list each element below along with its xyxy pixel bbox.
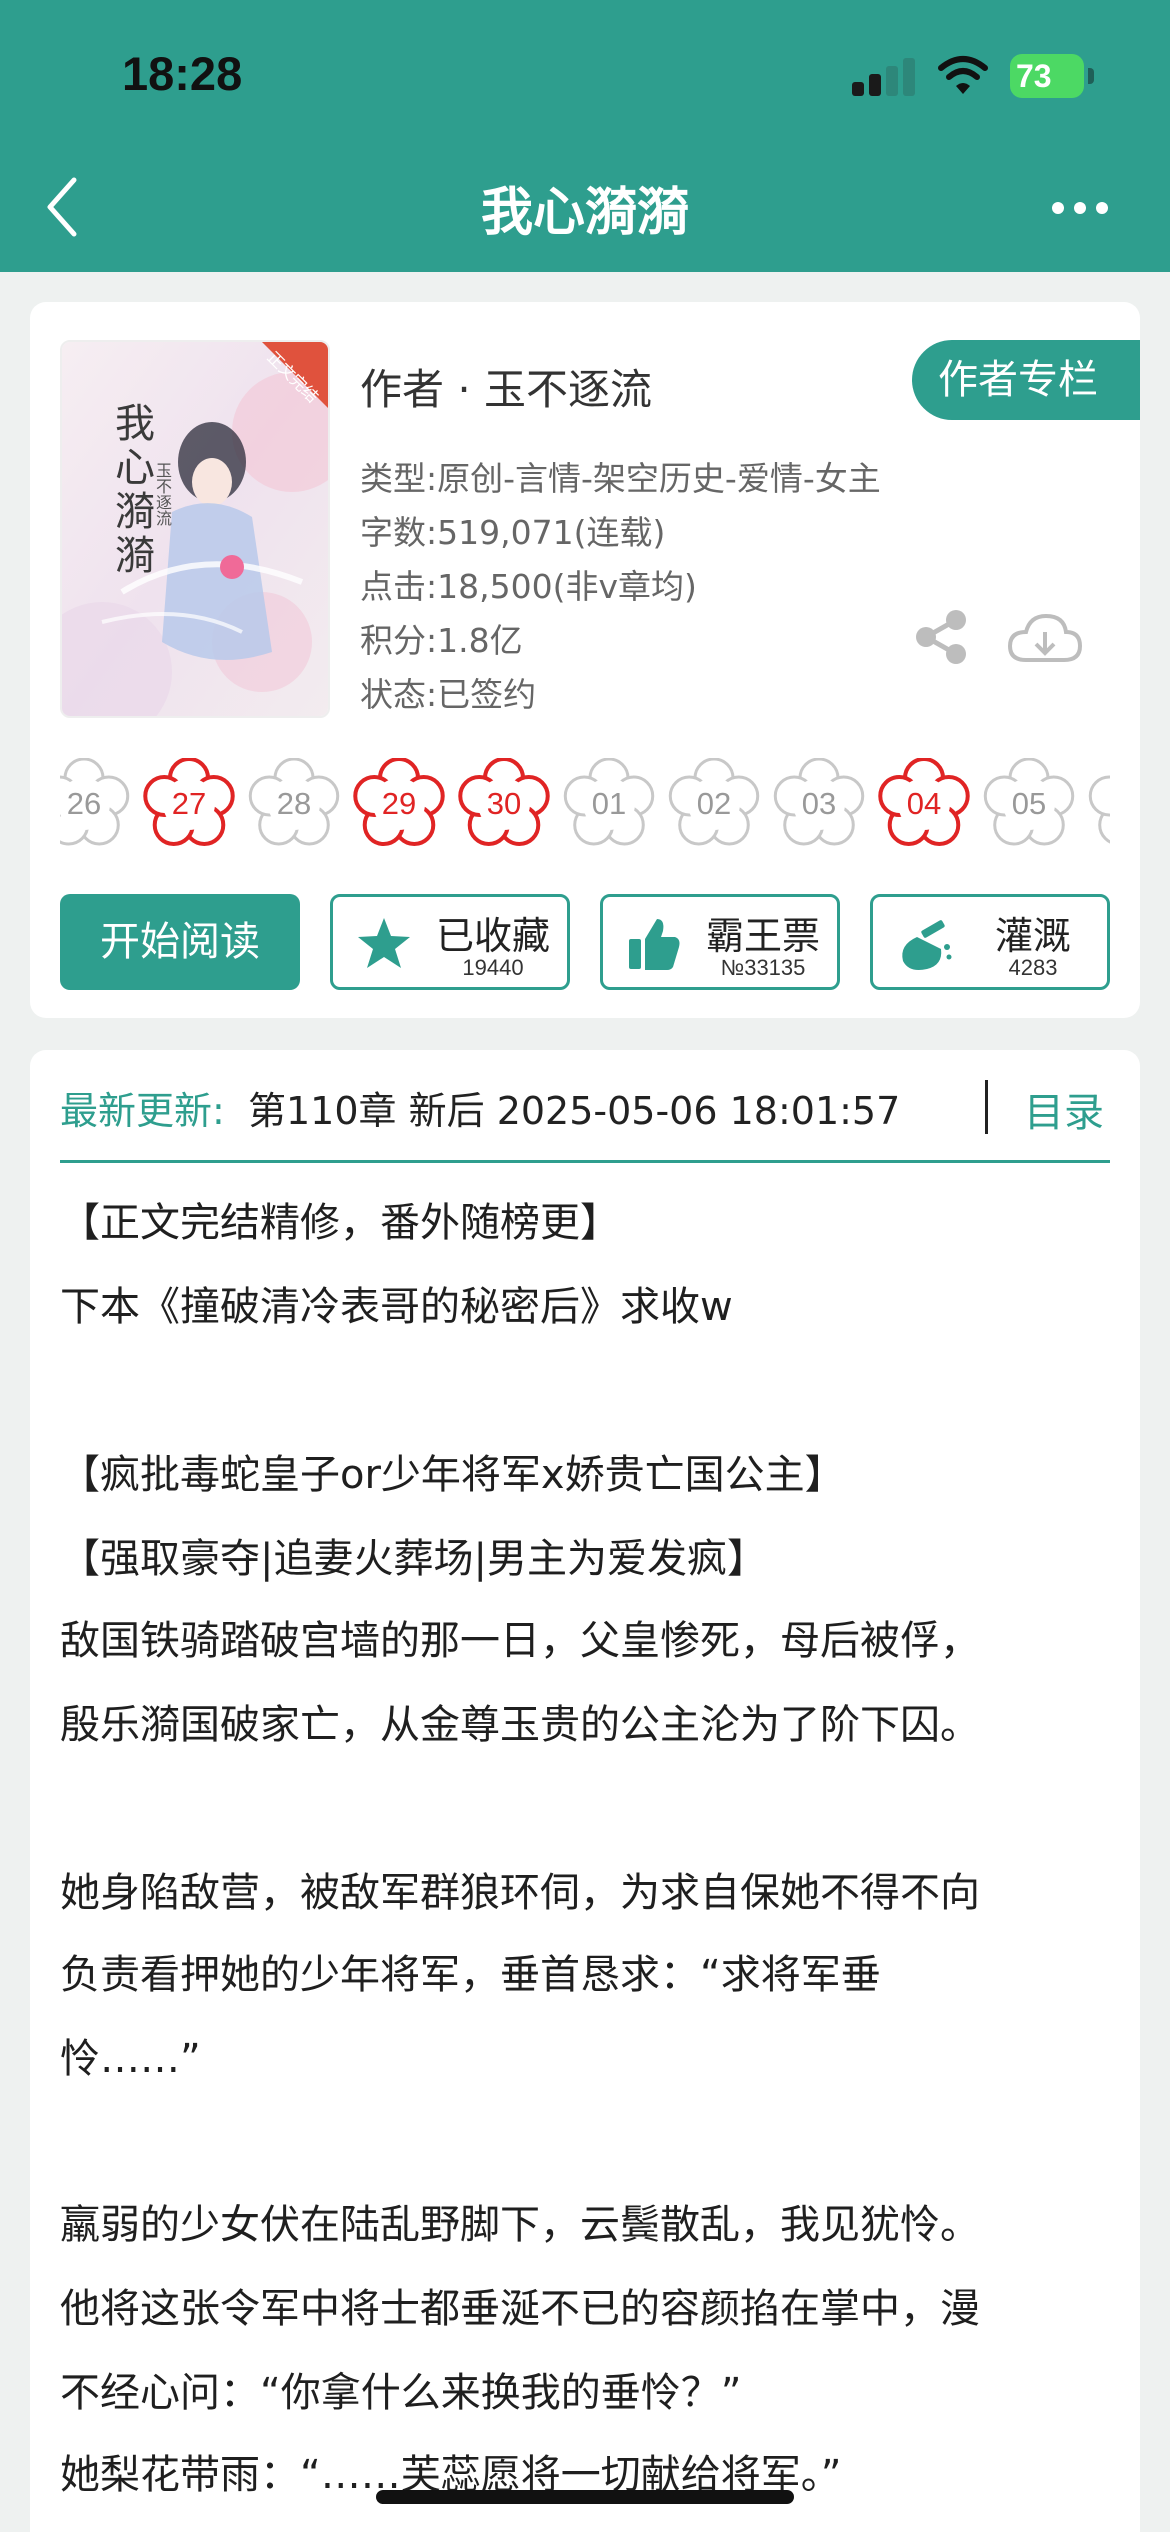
section-divider bbox=[60, 1160, 1110, 1163]
intro-line: 【强取豪夺|追妻火葬场|男主为爱发疯】 bbox=[60, 1536, 767, 1582]
calendar-day: 02 bbox=[668, 758, 760, 850]
intro-line: 殷乐漪国破家亡，从金尊玉贵的公主沦为了阶下囚。 bbox=[60, 1702, 980, 1748]
battery-indicator: 73 bbox=[1010, 54, 1094, 98]
status-time: 18:28 bbox=[122, 47, 243, 100]
author-name[interactable]: 作者 · 玉不逐流 bbox=[360, 356, 652, 417]
update-calendar: 26 27 28 29 30 01 02 03 04 05 06 bbox=[60, 758, 1110, 850]
start-reading-button[interactable]: 开始阅读 bbox=[60, 894, 300, 990]
intro-line: 【疯批毒蛇皇子or少年将军x娇贵亡国公主】 bbox=[60, 1452, 845, 1498]
book-score: 积分:1.8亿 bbox=[360, 621, 523, 660]
calendar-day: 26 bbox=[60, 758, 130, 850]
thumbs-up-icon bbox=[629, 919, 680, 970]
calendar-day: 03 bbox=[773, 758, 865, 850]
calendar-day-label: 05 bbox=[1011, 786, 1047, 821]
intro-line: 负责看押她的少年将军，垂首恳求：“求将军垂 bbox=[60, 1952, 881, 1998]
calendar-day-label: 01 bbox=[591, 786, 627, 821]
intro-line: 下本《撞破清冷表哥的秘密后》求收w bbox=[60, 1284, 733, 1330]
calendar-day: 01 bbox=[563, 758, 655, 850]
intro-line: 他将这张令军中将士都垂涎不已的容颜掐在掌中，漫 bbox=[60, 2286, 980, 2332]
water-button[interactable]: 灌溉 4283 bbox=[870, 894, 1110, 990]
calendar-day-label: 03 bbox=[801, 786, 837, 821]
calendar-day: 29 bbox=[353, 758, 445, 850]
calendar-day-label: 29 bbox=[381, 786, 417, 821]
calendar-day: 28 bbox=[248, 758, 340, 850]
book-cover[interactable]: 正文完结 我心漪漪 玉不逐流 bbox=[60, 340, 330, 718]
calendar-day-label: 27 bbox=[171, 786, 207, 821]
cover-author: 玉不逐流 bbox=[153, 462, 172, 526]
battery-level: 73 bbox=[1016, 58, 1052, 94]
intro-line: 不经心问：“你拿什么来换我的垂怜？” bbox=[60, 2370, 742, 2416]
book-status: 状态:已签约 bbox=[360, 675, 537, 714]
collect-label: 已收藏 bbox=[435, 914, 550, 958]
wifi-icon bbox=[938, 54, 988, 96]
water-count: 4283 bbox=[1008, 955, 1058, 980]
calendar-day: 06 bbox=[1088, 758, 1110, 850]
signal-icon bbox=[852, 56, 918, 96]
page-title: 我心漪漪 bbox=[480, 183, 689, 243]
calendar-day-label: 02 bbox=[696, 786, 732, 821]
calendar-day: 27 bbox=[143, 758, 235, 850]
book-clicks: 点击:18,500(非v章均) bbox=[360, 567, 697, 606]
author-column-button[interactable]: 作者专栏 bbox=[912, 340, 1140, 420]
calendar-day-label: 28 bbox=[276, 786, 312, 821]
more-button[interactable] bbox=[1052, 198, 1112, 218]
home-indicator[interactable] bbox=[376, 2490, 794, 2504]
calendar-day: 30 bbox=[458, 758, 550, 850]
water-label: 灌溉 bbox=[994, 914, 1071, 958]
intro-line: 她身陷敌营，被敌军群狼环伺，为求自保她不得不向 bbox=[60, 1870, 980, 1916]
flask-icon bbox=[902, 920, 952, 970]
collect-count: 19440 bbox=[462, 955, 524, 980]
calendar-day-label: 06 bbox=[1088, 758, 1110, 850]
calendar-day: 05 bbox=[983, 758, 1075, 850]
intro-line: 怜……” bbox=[60, 2036, 201, 2082]
download-icon[interactable] bbox=[1006, 610, 1084, 670]
calendar-day-label: 30 bbox=[486, 786, 522, 821]
calendar-day-label: 04 bbox=[906, 786, 942, 821]
collect-button[interactable]: 已收藏 19440 bbox=[330, 894, 570, 990]
calendar-day: 04 bbox=[878, 758, 970, 850]
share-icon[interactable] bbox=[912, 608, 970, 666]
intro-line: 敌国铁骑踏破宫墙的那一日，父皇惨死，母后被俘， bbox=[60, 1618, 980, 1664]
latest-update-label: 最新更新: bbox=[60, 1089, 225, 1133]
intro-line: 羸弱的少女伏在陆乱野脚下，云鬓散乱，我见犹怜。 bbox=[60, 2202, 980, 2248]
latest-update-link[interactable]: 第110章 新后 2025-05-06 18:01:57 bbox=[248, 1080, 900, 1135]
book-word-count: 字数:519,071(连载) bbox=[360, 513, 666, 552]
intro-line: 【正文完结精修，番外随榜更】 bbox=[60, 1200, 620, 1246]
calendar-day-label: 26 bbox=[66, 786, 102, 821]
ticket-count: №33135 bbox=[720, 955, 806, 980]
star-icon bbox=[358, 918, 410, 968]
ticket-button[interactable]: 霸王票 №33135 bbox=[600, 894, 840, 990]
divider bbox=[985, 1080, 988, 1134]
book-type: 类型:原创-言情-架空历史-爱情-女主 bbox=[360, 459, 881, 498]
ticket-label: 霸王票 bbox=[705, 914, 820, 958]
toc-button[interactable]: 目录 bbox=[1024, 1080, 1104, 1138]
